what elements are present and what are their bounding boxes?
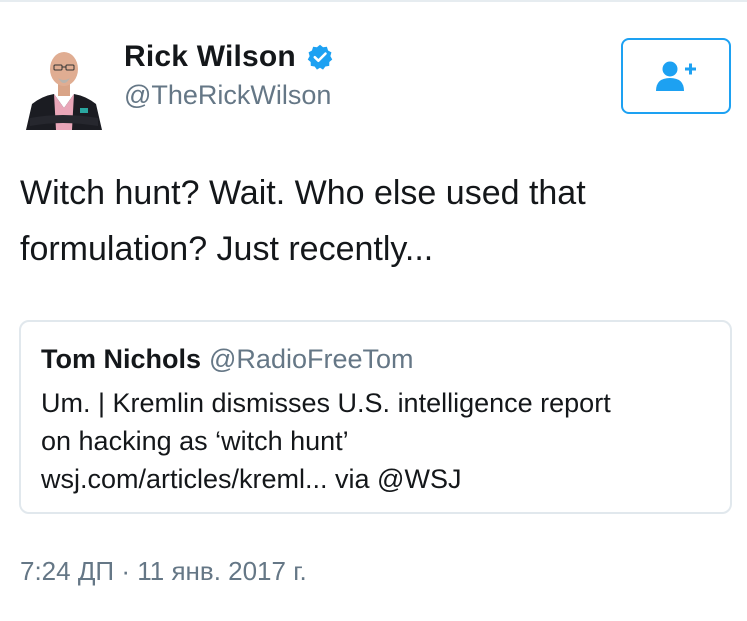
- author-handle[interactable]: @TheRickWilson: [124, 80, 331, 111]
- quoted-tweet-text: Um. | Kremlin dismisses U.S. intelligenc…: [41, 384, 721, 498]
- tweet-text: Witch hunt? Wait. Who else used that for…: [20, 165, 720, 277]
- tweet-text-line: formulation? Just recently...: [20, 230, 434, 268]
- tweet-text-line: Witch hunt? Wait. Who else used that: [20, 174, 586, 212]
- tweet-timestamp[interactable]: 7:24 ДП · 11 янв. 2017 г.: [20, 556, 307, 587]
- author-name-row[interactable]: Rick Wilson: [124, 40, 334, 74]
- verified-badge-icon: [307, 44, 333, 70]
- follow-button[interactable]: [621, 38, 731, 114]
- quoted-tweet-header: Tom Nichols @RadioFreeTom: [41, 344, 414, 375]
- author-display-name[interactable]: Rick Wilson: [124, 40, 296, 74]
- avatar-image: [22, 42, 106, 130]
- avatar[interactable]: [22, 42, 106, 130]
- quoted-tweet-line: wsj.com/articles/kreml... via @WSJ: [41, 464, 462, 494]
- quoted-tweet-line: Um. | Kremlin dismisses U.S. intelligenc…: [41, 388, 611, 418]
- quoted-author-handle: @RadioFreeTom: [209, 344, 414, 374]
- quoted-tweet-card[interactable]: Tom Nichols @RadioFreeTom Um. | Kremlin d…: [19, 320, 732, 514]
- add-user-icon: [656, 61, 696, 91]
- quoted-tweet-line: on hacking as ‘witch hunt’: [41, 426, 349, 456]
- quoted-author-name: Tom Nichols: [41, 344, 202, 374]
- top-divider: [0, 0, 747, 2]
